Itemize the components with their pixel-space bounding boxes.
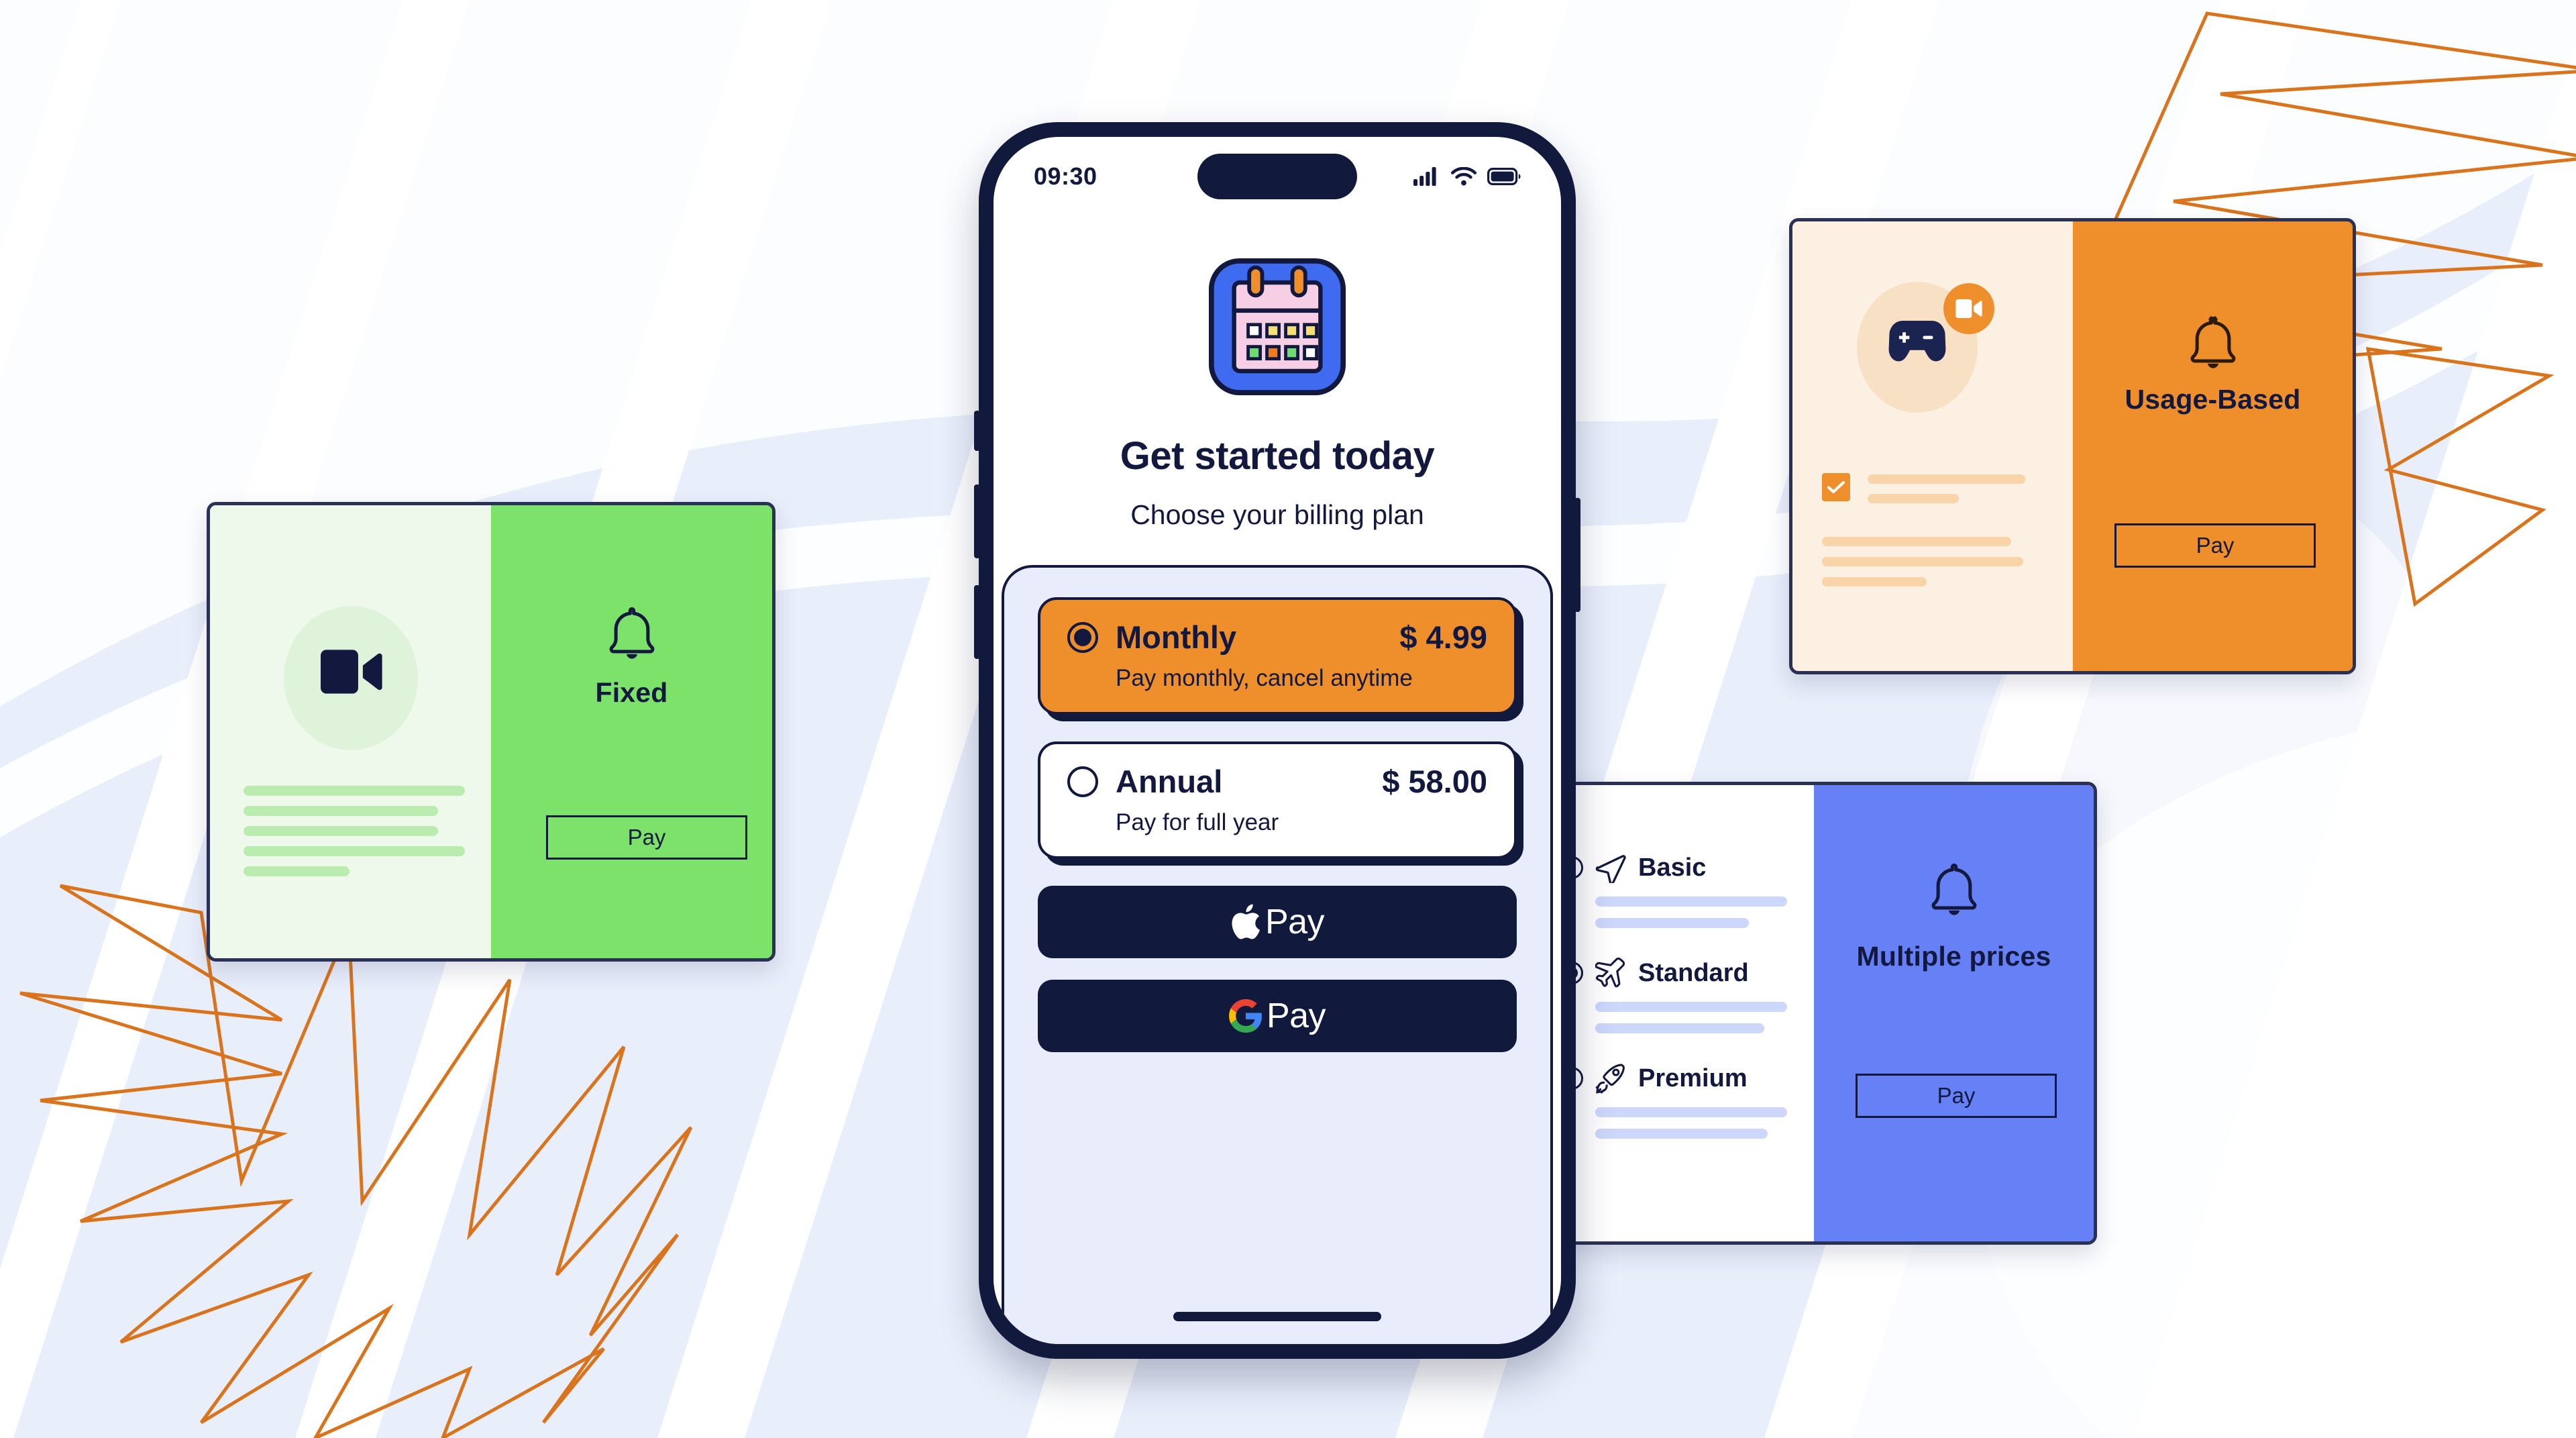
skeleton-line	[244, 826, 439, 836]
wallet-button-list: Pay Pay	[1038, 886, 1517, 1052]
skeleton-line	[1595, 1023, 1764, 1033]
wallet-button-label: Pay	[1265, 903, 1325, 941]
status-bar: 09:30	[994, 137, 1561, 216]
airplane-icon	[1595, 958, 1625, 988]
skeleton-line	[1595, 1129, 1768, 1139]
plan-name: Standard	[1638, 958, 1749, 987]
card-usage-checkbox[interactable]	[1822, 473, 1850, 501]
card-multi-right-panel: Multiple prices Pay	[1814, 785, 2094, 1241]
phone-mockup: 09:30 Get started today Choose your bill…	[974, 122, 1580, 1359]
skeleton-line	[1822, 537, 2011, 546]
plan-skeleton-lines	[1595, 1107, 1787, 1139]
battery-icon	[1487, 168, 1521, 185]
card-usage-video-badge	[1943, 283, 1994, 334]
card-multi-plan-premium[interactable]: Premium	[1560, 1063, 1794, 1139]
plan-price: $ 58.00	[1382, 764, 1487, 799]
plan-name: Annual	[1116, 764, 1223, 799]
card-usage-right-panel: Usage-Based Pay	[2073, 221, 2353, 671]
skeleton-line	[244, 846, 465, 856]
plan-row[interactable]: Premium	[1560, 1063, 1794, 1094]
plan-row[interactable]: Standard	[1560, 958, 1794, 988]
status-bar-time: 09:30	[1034, 162, 1097, 190]
card-fixed-right-panel: Fixed Pay	[491, 505, 772, 958]
skeleton-line	[1822, 577, 1927, 586]
status-bar-indicators	[1413, 167, 1521, 186]
skeleton-line	[1822, 557, 2023, 566]
skeleton-line	[1595, 918, 1749, 928]
billing-plan-sheet: Monthly $ 4.99 Pay monthly, cancel anytime…	[1002, 565, 1553, 1344]
plan-name: Premium	[1638, 1064, 1748, 1092]
plan-skeleton-lines	[1595, 1002, 1787, 1033]
card-usage-title: Usage-Based	[2125, 384, 2301, 415]
page-title: Get started today	[1120, 434, 1435, 478]
skeleton-line	[244, 786, 465, 796]
page-subtitle: Choose your billing plan	[1130, 499, 1424, 530]
card-multi-plan-list: Basic Standard Premium	[1560, 852, 1794, 1139]
plan-row[interactable]: Basic	[1560, 852, 1794, 883]
phone-side-button[interactable]	[974, 585, 980, 659]
pricing-card-fixed[interactable]: Fixed Pay	[207, 502, 775, 962]
google-g-icon	[1228, 999, 1262, 1033]
skeleton-line	[244, 866, 350, 876]
home-indicator	[1173, 1312, 1381, 1321]
billing-plan-card-monthly[interactable]: Monthly $ 4.99 Pay monthly, cancel anytime	[1038, 597, 1517, 715]
card-usage-pay-button[interactable]: Pay	[2114, 523, 2316, 568]
plan-description: Pay for full year	[1116, 809, 1279, 835]
bell-icon	[2190, 315, 2235, 368]
card-fixed-title: Fixed	[595, 677, 668, 708]
plan-card-header: Annual $ 58.00	[1067, 763, 1487, 800]
phone-screen: 09:30 Get started today Choose your bill…	[994, 137, 1561, 1344]
card-multi-plan-basic[interactable]: Basic	[1560, 852, 1794, 928]
wallet-button-google-g[interactable]: Pay	[1038, 980, 1517, 1052]
card-multi-bell-wrap	[1814, 862, 2094, 919]
phone-power-button[interactable]	[1574, 498, 1580, 612]
wallet-button-apple-logo[interactable]: Pay	[1038, 886, 1517, 958]
card-usage-bell-wrap	[2073, 315, 2353, 372]
card-multi-pay-button[interactable]: Pay	[1856, 1074, 2057, 1118]
dynamic-island	[1197, 154, 1357, 199]
plan-skeleton-lines	[1595, 896, 1787, 928]
paper-plane-icon	[1595, 855, 1626, 883]
video-camera-icon	[321, 650, 382, 694]
wifi-icon	[1451, 167, 1477, 186]
video-camera-icon	[1955, 299, 1982, 318]
skeleton-line	[1595, 1107, 1787, 1117]
card-fixed-pay-button[interactable]: Pay	[546, 815, 747, 860]
skeleton-line	[1868, 494, 1960, 503]
billing-plan-list: Monthly $ 4.99 Pay monthly, cancel anytime…	[1038, 597, 1517, 859]
radio-button[interactable]	[1067, 621, 1098, 653]
skeleton-line	[244, 806, 439, 816]
card-fixed-bell-wrap	[491, 606, 772, 662]
skeleton-line	[1595, 896, 1787, 907]
plan-description: Pay monthly, cancel anytime	[1116, 665, 1413, 691]
card-multi-plan-standard[interactable]: Standard	[1560, 958, 1794, 1033]
plan-card-header: Monthly $ 4.99	[1067, 619, 1487, 656]
card-multi-title: Multiple prices	[1856, 941, 2051, 972]
card-usage-checkbox-lines	[1868, 474, 2025, 503]
checkmark-icon	[1827, 480, 1845, 494]
plan-price: $ 4.99	[1399, 619, 1487, 655]
plan-name: Basic	[1638, 853, 1707, 882]
pricing-card-usage-based[interactable]: Usage-Based Pay	[1789, 218, 2356, 674]
plan-name: Monthly	[1116, 619, 1237, 655]
wallet-button-label: Pay	[1266, 996, 1326, 1035]
billing-plan-card-annual[interactable]: Annual $ 58.00 Pay for full year	[1038, 741, 1517, 859]
skeleton-line	[1868, 474, 2025, 484]
apple-logo-icon	[1232, 904, 1260, 939]
cellular-signal-icon	[1413, 167, 1436, 186]
card-usage-skeleton-lines	[1822, 537, 2023, 586]
gamepad-icon	[1888, 321, 1946, 362]
pricing-card-multiple-prices[interactable]: Basic Standard Premium Multiple prices Pay	[1530, 782, 2097, 1245]
rocket-icon	[1595, 1064, 1625, 1094]
radio-button[interactable]	[1067, 766, 1098, 797]
card-fixed-skeleton-lines	[244, 786, 465, 876]
card-fixed-left-panel	[210, 505, 491, 958]
bell-icon	[609, 607, 654, 659]
card-usage-left-panel	[1792, 221, 2073, 671]
calendar-icon	[1208, 258, 1346, 396]
skeleton-line	[1595, 1002, 1787, 1012]
bell-icon	[1931, 863, 1976, 915]
